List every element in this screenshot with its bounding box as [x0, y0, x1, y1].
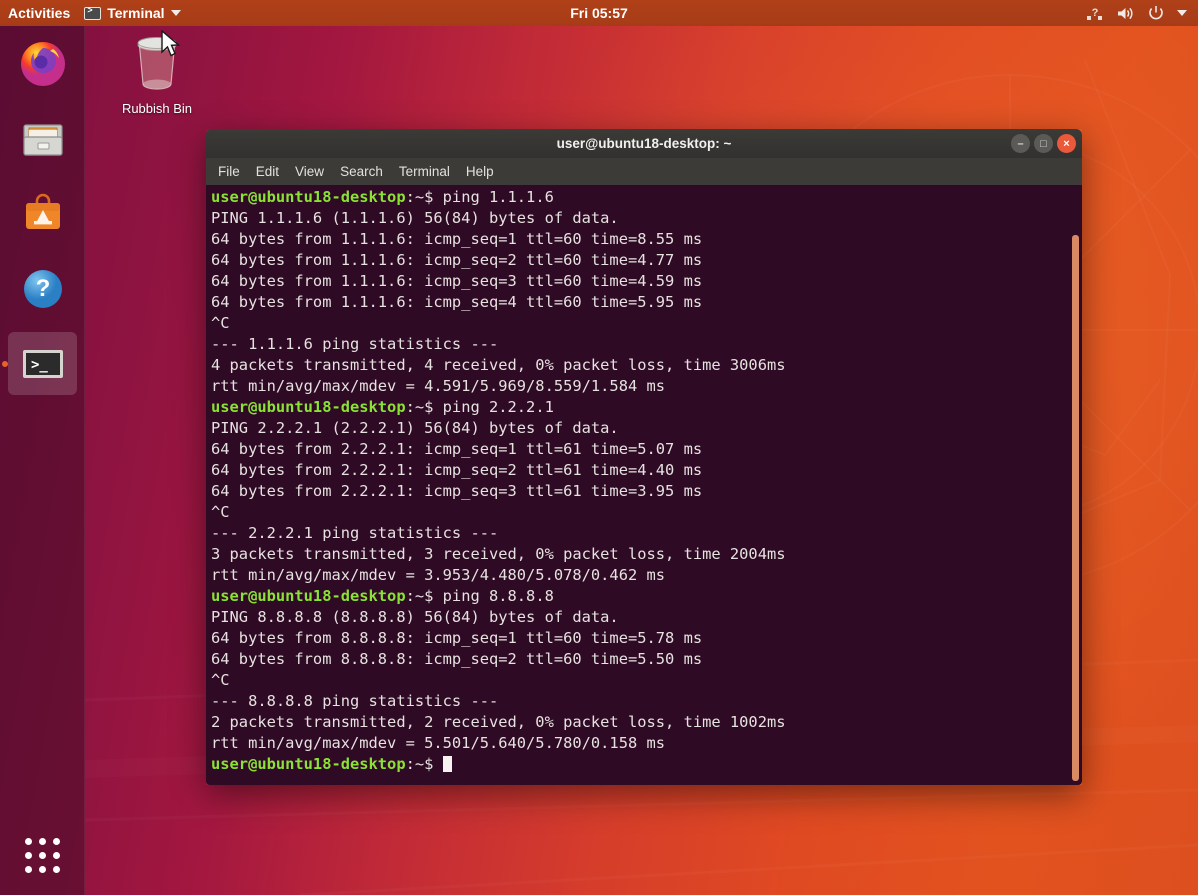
terminal-prompt-user: user@ubuntu18-desktop: [211, 755, 406, 773]
power-icon[interactable]: [1148, 5, 1164, 21]
terminal-output-line: 64 bytes from 2.2.2.1: icmp_seq=2 ttl=61…: [211, 460, 1056, 481]
terminal-output-line: 64 bytes from 8.8.8.8: icmp_seq=2 ttl=60…: [211, 649, 1056, 670]
terminal-prompt-line: user@ubuntu18-desktop:~$: [211, 754, 1056, 775]
terminal-output-line: 64 bytes from 2.2.2.1: icmp_seq=1 ttl=61…: [211, 439, 1056, 460]
maximize-button[interactable]: □: [1034, 134, 1053, 153]
menu-bar: File Edit View Search Terminal Help: [206, 158, 1082, 185]
terminal-cursor: [443, 756, 452, 772]
dock: ? >_: [0, 26, 85, 895]
dock-item-files[interactable]: [0, 101, 85, 176]
terminal-output-line: ^C: [211, 670, 1056, 691]
menu-item-search[interactable]: Search: [340, 164, 383, 179]
terminal-output-line: 4 packets transmitted, 4 received, 0% pa…: [211, 355, 1056, 376]
system-indicators[interactable]: ?: [1087, 5, 1198, 21]
terminal-output-line: 3 packets transmitted, 3 received, 0% pa…: [211, 544, 1056, 565]
terminal-output-line: rtt min/avg/max/mdev = 3.953/4.480/5.078…: [211, 565, 1056, 586]
terminal-output-line: 2 packets transmitted, 2 received, 0% pa…: [211, 712, 1056, 733]
dock-item-software[interactable]: [0, 176, 85, 251]
terminal-prompt-user: user@ubuntu18-desktop: [211, 587, 406, 605]
terminal-output-line: PING 2.2.2.1 (2.2.2.1) 56(84) bytes of d…: [211, 418, 1056, 439]
chevron-down-icon: [171, 10, 181, 16]
terminal-icon: [84, 7, 101, 20]
help-icon: ?: [19, 265, 67, 313]
terminal-output-line: 64 bytes from 1.1.1.6: icmp_seq=2 ttl=60…: [211, 250, 1056, 271]
terminal-output-line: --- 2.2.2.1 ping statistics ---: [211, 523, 1056, 544]
system-menu-caret-icon[interactable]: [1177, 10, 1187, 16]
terminal-prompt-line: user@ubuntu18-desktop:~$ ping 2.2.2.1: [211, 397, 1056, 418]
terminal-output-line: 64 bytes from 2.2.2.1: icmp_seq=3 ttl=61…: [211, 481, 1056, 502]
dock-item-firefox[interactable]: [0, 26, 85, 101]
dock-item-terminal[interactable]: >_: [0, 326, 85, 401]
window-title: user@ubuntu18-desktop: ~: [206, 136, 1082, 151]
terminal-scrollbar[interactable]: [1072, 235, 1079, 781]
terminal-prompt-line: user@ubuntu18-desktop:~$ ping 8.8.8.8: [211, 586, 1056, 607]
window-controls: – □ ×: [1011, 134, 1082, 153]
menu-item-edit[interactable]: Edit: [256, 164, 279, 179]
terminal-output-line: rtt min/avg/max/mdev = 4.591/5.969/8.559…: [211, 376, 1056, 397]
files-icon: [19, 115, 67, 163]
app-menu-button[interactable]: Terminal: [84, 5, 180, 21]
app-menu-label: Terminal: [107, 5, 164, 21]
terminal-output-line: 64 bytes from 1.1.1.6: icmp_seq=3 ttl=60…: [211, 271, 1056, 292]
terminal-prompt-suffix: :~$ ping 8.8.8.8: [406, 587, 554, 605]
terminal-output-area[interactable]: user@ubuntu18-desktop:~$ ping 1.1.1.6PIN…: [206, 185, 1082, 785]
terminal-prompt-suffix: :~$ ping 1.1.1.6: [406, 188, 554, 206]
terminal-output-line: --- 1.1.1.6 ping statistics ---: [211, 334, 1056, 355]
software-icon: [19, 190, 67, 238]
svg-text:?: ?: [35, 275, 50, 302]
menu-item-file[interactable]: File: [218, 164, 240, 179]
terminal-output-line: PING 8.8.8.8 (8.8.8.8) 56(84) bytes of d…: [211, 607, 1056, 628]
trash-icon: [129, 32, 185, 94]
terminal-output-line: ^C: [211, 502, 1056, 523]
svg-text:>_: >_: [31, 357, 48, 373]
terminal-prompt-user: user@ubuntu18-desktop: [211, 398, 406, 416]
activities-button[interactable]: Activities: [8, 5, 70, 21]
network-unknown-icon[interactable]: ?: [1087, 6, 1104, 21]
terminal-prompt-suffix: :~$: [406, 755, 443, 773]
terminal-icon: >_: [19, 340, 67, 388]
terminal-output-line: rtt min/avg/max/mdev = 5.501/5.640/5.780…: [211, 733, 1056, 754]
apps-grid-icon: [25, 838, 60, 873]
menu-item-help[interactable]: Help: [466, 164, 494, 179]
menu-item-terminal[interactable]: Terminal: [399, 164, 450, 179]
terminal-output-line: PING 1.1.1.6 (1.1.1.6) 56(84) bytes of d…: [211, 208, 1056, 229]
svg-text:?: ?: [1092, 7, 1099, 19]
terminal-output-line: ^C: [211, 313, 1056, 334]
terminal-prompt-line: user@ubuntu18-desktop:~$ ping 1.1.1.6: [211, 187, 1056, 208]
terminal-text: user@ubuntu18-desktop:~$ ping 1.1.1.6PIN…: [211, 187, 1056, 775]
terminal-output-line: 64 bytes from 8.8.8.8: icmp_seq=1 ttl=60…: [211, 628, 1056, 649]
terminal-output-line: 64 bytes from 1.1.1.6: icmp_seq=1 ttl=60…: [211, 229, 1056, 250]
close-button[interactable]: ×: [1057, 134, 1076, 153]
desktop-icon-rubbish-bin[interactable]: Rubbish Bin: [112, 32, 202, 116]
terminal-prompt-user: user@ubuntu18-desktop: [211, 188, 406, 206]
firefox-icon: [19, 40, 67, 88]
dock-item-help[interactable]: ?: [0, 251, 85, 326]
activities-label: Activities: [8, 5, 70, 21]
terminal-output-line: --- 8.8.8.8 ping statistics ---: [211, 691, 1056, 712]
clock-label: Fri 05:57: [570, 5, 628, 21]
window-titlebar[interactable]: user@ubuntu18-desktop: ~ – □ ×: [206, 129, 1082, 158]
top-bar: Activities Terminal Fri 05:57 ?: [0, 0, 1198, 26]
minimize-button[interactable]: –: [1011, 134, 1030, 153]
menu-item-view[interactable]: View: [295, 164, 324, 179]
terminal-prompt-suffix: :~$ ping 2.2.2.1: [406, 398, 554, 416]
terminal-window[interactable]: user@ubuntu18-desktop: ~ – □ × File Edit…: [206, 129, 1082, 785]
volume-icon[interactable]: [1117, 6, 1135, 21]
terminal-output-line: 64 bytes from 1.1.1.6: icmp_seq=4 ttl=60…: [211, 292, 1056, 313]
show-applications-button[interactable]: [0, 825, 85, 885]
desktop-icon-label: Rubbish Bin: [112, 101, 202, 116]
